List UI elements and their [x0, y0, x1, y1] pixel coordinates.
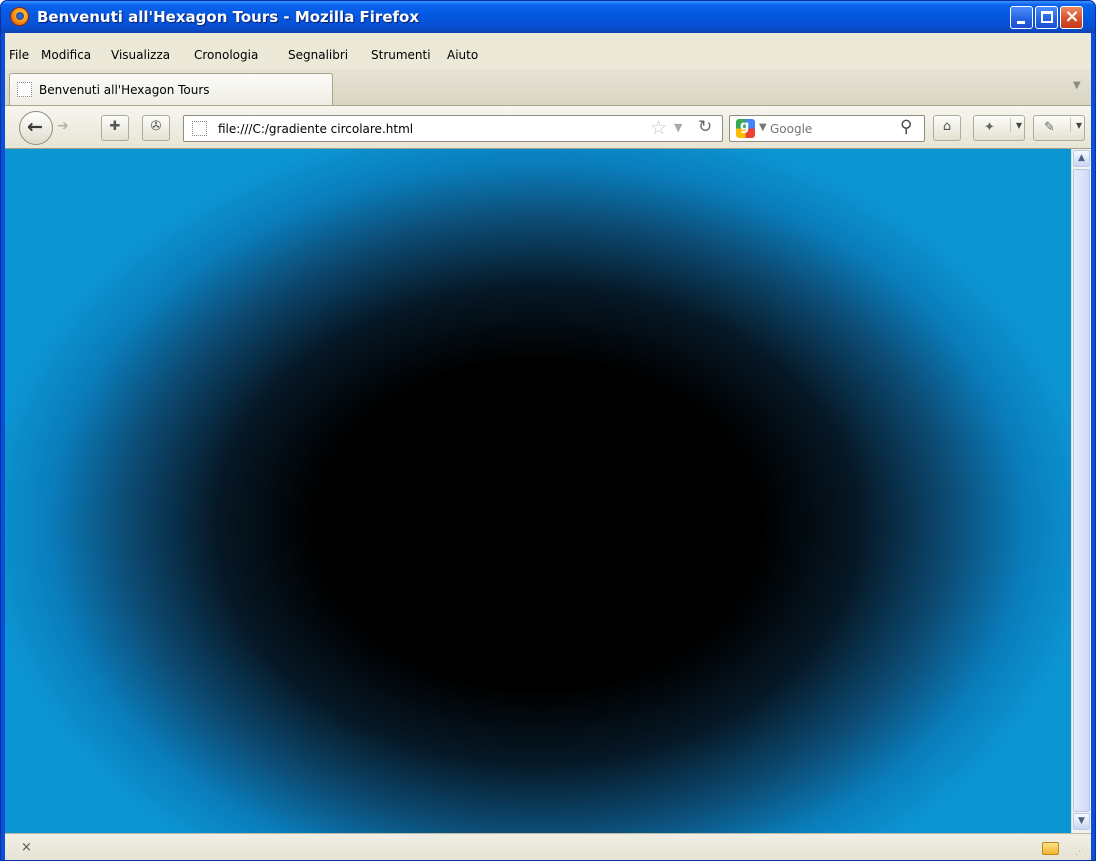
- home-icon: ⌂: [942, 119, 952, 134]
- puzzle-icon: ✦: [984, 120, 995, 135]
- scroll-up-chevron-icon[interactable]: ▲: [1073, 150, 1090, 167]
- search-bar[interactable]: ▼ ⚲: [729, 115, 925, 142]
- browser-window: Benvenuti all'Hexagon Tours - Mozilla Fi…: [0, 0, 1096, 861]
- scroll-thumb[interactable]: [1073, 169, 1090, 812]
- close-icon: ×: [1064, 6, 1080, 27]
- search-engine-dropdown-icon[interactable]: ▼: [759, 122, 767, 133]
- title-bar[interactable]: Benvenuti all'Hexagon Tours - Mozilla Fi…: [1, 1, 1095, 33]
- reload-icon[interactable]: ↻: [698, 117, 712, 137]
- magnifier-search-icon[interactable]: ⚲: [900, 117, 912, 137]
- addon-1-chevron-down-icon[interactable]: ▾: [1010, 118, 1022, 132]
- tab-hexagon-tours[interactable]: Benvenuti all'Hexagon Tours: [9, 73, 333, 105]
- close-addon-bar-icon[interactable]: ×: [21, 840, 32, 855]
- tab-strip: Benvenuti all'Hexagon Tours ▼: [5, 69, 1091, 105]
- addon-button-1[interactable]: ✦ ▾: [973, 115, 1025, 141]
- back-arrow-icon: ←: [27, 116, 43, 138]
- tab-list-chevron-down-icon[interactable]: ▼: [1073, 80, 1081, 91]
- home-button[interactable]: ⌂: [933, 115, 961, 141]
- firefox-logo-icon: [10, 7, 29, 26]
- resize-grip-icon[interactable]: ⋰: [1075, 847, 1084, 857]
- pen-icon: ✎: [1044, 120, 1055, 135]
- scroll-down-chevron-icon[interactable]: ▼: [1073, 813, 1090, 830]
- minimize-button[interactable]: [1010, 6, 1033, 29]
- tab-title: Benvenuti all'Hexagon Tours: [39, 83, 210, 97]
- minimize-icon: [1017, 21, 1025, 24]
- search-input[interactable]: [770, 120, 890, 138]
- menu-aiuto[interactable]: Aiuto: [447, 48, 478, 62]
- chain-link-icon: ✇: [150, 119, 162, 134]
- status-addon-icon[interactable]: [1042, 842, 1059, 855]
- bookmark-star-icon[interactable]: ☆: [650, 117, 667, 139]
- link-toolbar-button[interactable]: ✇: [142, 115, 170, 141]
- maximize-icon: [1041, 11, 1053, 23]
- url-history-dropdown-icon[interactable]: ▼: [674, 121, 682, 134]
- google-logo-icon[interactable]: [736, 119, 755, 138]
- menu-segnalibri[interactable]: Segnalibri: [288, 48, 348, 62]
- page-content-radial-gradient: [5, 149, 1071, 833]
- menu-modifica[interactable]: Modifica: [41, 48, 91, 62]
- url-input[interactable]: file:///C:/gradiente circolare.html: [218, 122, 413, 136]
- close-window-button[interactable]: ×: [1060, 6, 1083, 29]
- back-button[interactable]: ←: [19, 111, 53, 145]
- addon-toolbar-button[interactable]: ✚: [101, 115, 129, 141]
- url-favicon-icon: [192, 121, 207, 136]
- plus-box-icon: ✚: [109, 119, 121, 134]
- menu-cronologia[interactable]: Cronologia: [194, 48, 258, 62]
- addon-button-2[interactable]: ✎ ▾: [1033, 115, 1085, 141]
- status-bar: × ⋰: [5, 833, 1091, 860]
- window-title: Benvenuti all'Hexagon Tours - Mozilla Fi…: [37, 8, 420, 26]
- vertical-scrollbar[interactable]: ▲ ▼: [1071, 149, 1091, 833]
- menu-bar: File Modifica Visualizza Cronologia Segn…: [5, 33, 1091, 69]
- url-bar[interactable]: file:///C:/gradiente circolare.html ☆ ▼ …: [183, 115, 723, 142]
- addon-2-chevron-down-icon[interactable]: ▾: [1070, 118, 1082, 132]
- menu-file[interactable]: File: [9, 48, 29, 62]
- navigation-toolbar: ← ➔ ✚ ✇ file:///C:/gradiente circolare.h…: [5, 105, 1091, 149]
- page-favicon-icon: [17, 82, 32, 97]
- forward-button[interactable]: ➔: [57, 118, 69, 134]
- menu-visualizza[interactable]: Visualizza: [111, 48, 170, 62]
- menu-strumenti[interactable]: Strumenti: [371, 48, 431, 62]
- maximize-button[interactable]: [1035, 6, 1058, 29]
